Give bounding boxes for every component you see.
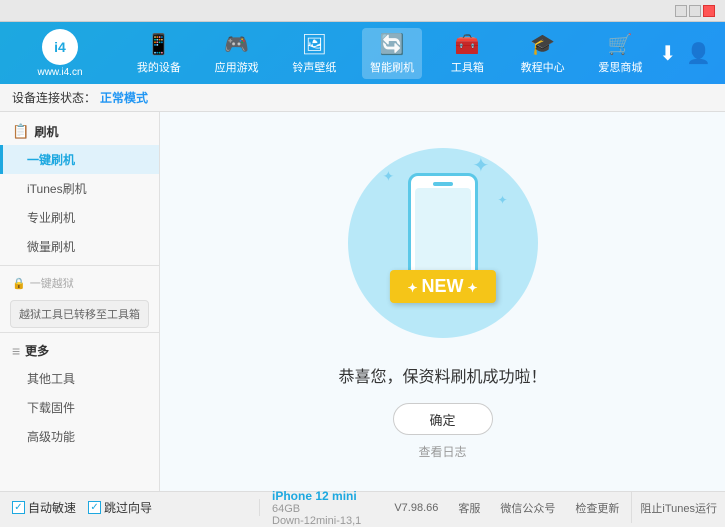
header: i4 www.i4.cn 📱 我的设备 🎮 应用游戏 🖼 铃声壁纸 🔄 智能刷机… (0, 22, 725, 84)
history-link[interactable]: 查看日志 (418, 443, 466, 460)
nav-device-icon: 📱 (146, 32, 171, 57)
download-button[interactable]: ⬇ (659, 41, 676, 66)
sidebar-more-title: 更多 (25, 342, 49, 359)
main-layout: 📋 刷机 一键刷机 iTunes刷机 专业刷机 微量刷机 🔒 一键越狱 越狱工具… (0, 112, 725, 491)
nav-wallpaper[interactable]: 🖼 铃声壁纸 (284, 28, 344, 79)
sidebar-item-one-click-label: 一键刷机 (27, 153, 75, 167)
footer-device: iPhone 12 mini 64GB Down-12mini-13,1 (260, 489, 382, 527)
phone-screen (415, 188, 471, 278)
sparkle-2: ✦ (498, 193, 508, 207)
nav-flash-icon: 🔄 (380, 32, 405, 57)
sidebar-item-save-data-flash[interactable]: 微量刷机 (0, 232, 159, 261)
sidebar-section-jailbreak: 🔒 一键越狱 (0, 270, 159, 296)
jailbreak-lock-icon: 🔒 (12, 277, 26, 290)
phone-notch (433, 182, 453, 186)
new-badge: NEW (389, 270, 495, 303)
stop-itunes-button[interactable]: 阻止iTunes运行 (631, 492, 725, 523)
nav-store-label: 爱思商城 (598, 59, 642, 75)
nav-my-device[interactable]: 📱 我的设备 (129, 28, 189, 79)
sidebar-item-pro-flash[interactable]: 专业刷机 (0, 203, 159, 232)
sidebar-jailbreak-title: 一键越狱 (30, 275, 74, 291)
sidebar-item-download-firmware[interactable]: 下载固件 (0, 393, 159, 422)
sidebar-advanced-label: 高级功能 (27, 430, 75, 444)
skip-wizard-checkbox-box[interactable]: ✓ (88, 501, 101, 514)
sidebar-other-tools-label: 其他工具 (27, 372, 75, 386)
footer-left: ✓ 自动敏速 ✓ 跳过向导 (0, 499, 260, 516)
skip-wizard-label: 跳过向导 (104, 499, 152, 516)
logo-subtitle: www.i4.cn (37, 67, 82, 78)
nav-tutorial[interactable]: 🎓 教程中心 (513, 28, 573, 79)
support-link[interactable]: 客服 (458, 500, 480, 516)
sidebar-item-advanced[interactable]: 高级功能 (0, 422, 159, 451)
success-message: 恭喜您，保资料刷机成功啦！ (338, 363, 546, 387)
sidebar-item-one-click-flash[interactable]: 一键刷机 (0, 145, 159, 174)
device-storage: 64GB (272, 503, 370, 515)
check-update-link[interactable]: 检查更新 (575, 500, 619, 516)
logo-text: i4 (54, 39, 66, 55)
content-area: ✦ ✦ ✦ NEW 恭喜您，保资料刷机成功啦！ 确定 查看日志 (160, 112, 725, 491)
sidebar-download-label: 下载固件 (27, 401, 75, 415)
flash-section-icon: 📋 (12, 123, 29, 140)
version-info: V7.98.66 (394, 502, 438, 514)
sidebar-item-itunes-label: iTunes刷机 (27, 182, 87, 196)
nav-wallpaper-icon: 🖼 (302, 32, 327, 57)
sidebar-flash-title: 刷机 (34, 123, 58, 140)
stop-itunes-label: 阻止iTunes运行 (640, 500, 717, 516)
nav-app-games[interactable]: 🎮 应用游戏 (207, 28, 267, 79)
sidebar-divider-2 (0, 332, 159, 333)
wechat-link[interactable]: 微信公众号 (500, 500, 555, 516)
auto-close-checkbox-box[interactable]: ✓ (12, 501, 25, 514)
user-button[interactable]: 👤 (686, 41, 711, 66)
bottom-status: V7.98.66 客服 微信公众号 检查更新 (382, 500, 631, 516)
nav-toolbox[interactable]: 🧰 工具箱 (440, 28, 495, 79)
logo-area: i4 www.i4.cn (0, 29, 120, 78)
nav-bar: 📱 我的设备 🎮 应用游戏 🖼 铃声壁纸 🔄 智能刷机 🧰 工具箱 🎓 教程中心… (120, 28, 659, 79)
minimize-button[interactable] (675, 5, 687, 17)
header-actions: ⬇ 👤 (659, 41, 725, 66)
nav-app-icon: 🎮 (224, 32, 249, 57)
jailbreak-warning-text: 越狱工具已转移至工具箱 (19, 309, 140, 321)
jailbreak-warning-box: 越狱工具已转移至工具箱 (10, 300, 149, 328)
nav-app-label: 应用游戏 (215, 59, 259, 75)
status-bar: 设备连接状态： 正常模式 (0, 84, 725, 112)
sidebar-divider-1 (0, 265, 159, 266)
nav-wallpaper-label: 铃声壁纸 (292, 59, 336, 75)
nav-toolbox-icon: 🧰 (455, 32, 480, 57)
auto-close-label: 自动敏速 (28, 499, 76, 516)
maximize-button[interactable] (689, 5, 701, 17)
nav-toolbox-label: 工具箱 (451, 59, 484, 75)
confirm-button[interactable]: 确定 (393, 403, 493, 435)
sparkle-1: ✦ (473, 153, 490, 178)
sidebar-section-flash: 📋 刷机 (0, 118, 159, 145)
sidebar-item-itunes-flash[interactable]: iTunes刷机 (0, 174, 159, 203)
nav-store-icon: 🛒 (608, 32, 633, 57)
nav-flash-label: 智能刷机 (370, 59, 414, 75)
sidebar-item-save-label: 微量刷机 (27, 240, 75, 254)
window-controls (671, 3, 719, 19)
status-value: 正常模式 (100, 89, 148, 106)
sidebar-item-other-tools[interactable]: 其他工具 (0, 364, 159, 393)
logo-icon: i4 (42, 29, 78, 65)
sidebar-item-pro-label: 专业刷机 (27, 211, 75, 225)
auto-close-checkbox[interactable]: ✓ 自动敏速 (12, 499, 76, 516)
close-button[interactable] (703, 5, 715, 17)
status-label: 设备连接状态： (12, 89, 96, 106)
more-section-icon: ≡ (12, 343, 20, 359)
sidebar-section-more: ≡ 更多 (0, 337, 159, 364)
phone-illustration: ✦ ✦ ✦ NEW (343, 143, 543, 343)
footer: ✓ 自动敏速 ✓ 跳过向导 iPhone 12 mini 64GB Down-1… (0, 491, 725, 523)
nav-device-label: 我的设备 (137, 59, 181, 75)
nav-tutorial-icon: 🎓 (530, 32, 555, 57)
sidebar: 📋 刷机 一键刷机 iTunes刷机 专业刷机 微量刷机 🔒 一键越狱 越狱工具… (0, 112, 160, 491)
device-name: iPhone 12 mini (272, 489, 370, 503)
nav-smart-flash[interactable]: 🔄 智能刷机 (362, 28, 422, 79)
title-bar (0, 0, 725, 22)
nav-store[interactable]: 🛒 爱思商城 (590, 28, 650, 79)
sparkle-3: ✦ (383, 168, 395, 185)
device-model: Down-12mini-13,1 (272, 515, 370, 527)
skip-wizard-checkbox[interactable]: ✓ 跳过向导 (88, 499, 152, 516)
nav-tutorial-label: 教程中心 (521, 59, 565, 75)
